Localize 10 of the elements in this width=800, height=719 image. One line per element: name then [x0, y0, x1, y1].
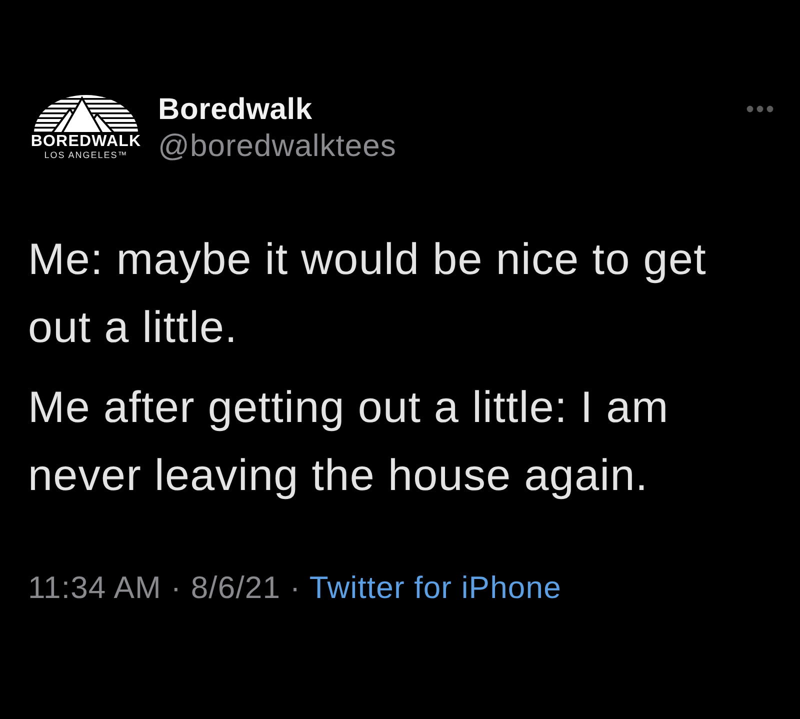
mountain-logo-icon [34, 95, 138, 133]
logo-subtitle: LOS ANGELES™ [44, 150, 128, 161]
more-icon[interactable] [746, 105, 774, 113]
logo-wordmark: BOREDWALK [30, 134, 142, 150]
author-handle[interactable]: @boredwalktees [158, 127, 396, 164]
source-link[interactable]: Twitter for iPhone [309, 570, 562, 605]
tweet-timestamp: 11:34 AM · 8/6/21 · [28, 570, 301, 605]
tweet-paragraph: Me after getting out a little: I am never leaving the house again. [28, 382, 670, 502]
tweet-paragraph: Me: maybe it would be nice to get out a little. [28, 234, 708, 354]
author-name[interactable]: Boredwalk [158, 92, 396, 127]
